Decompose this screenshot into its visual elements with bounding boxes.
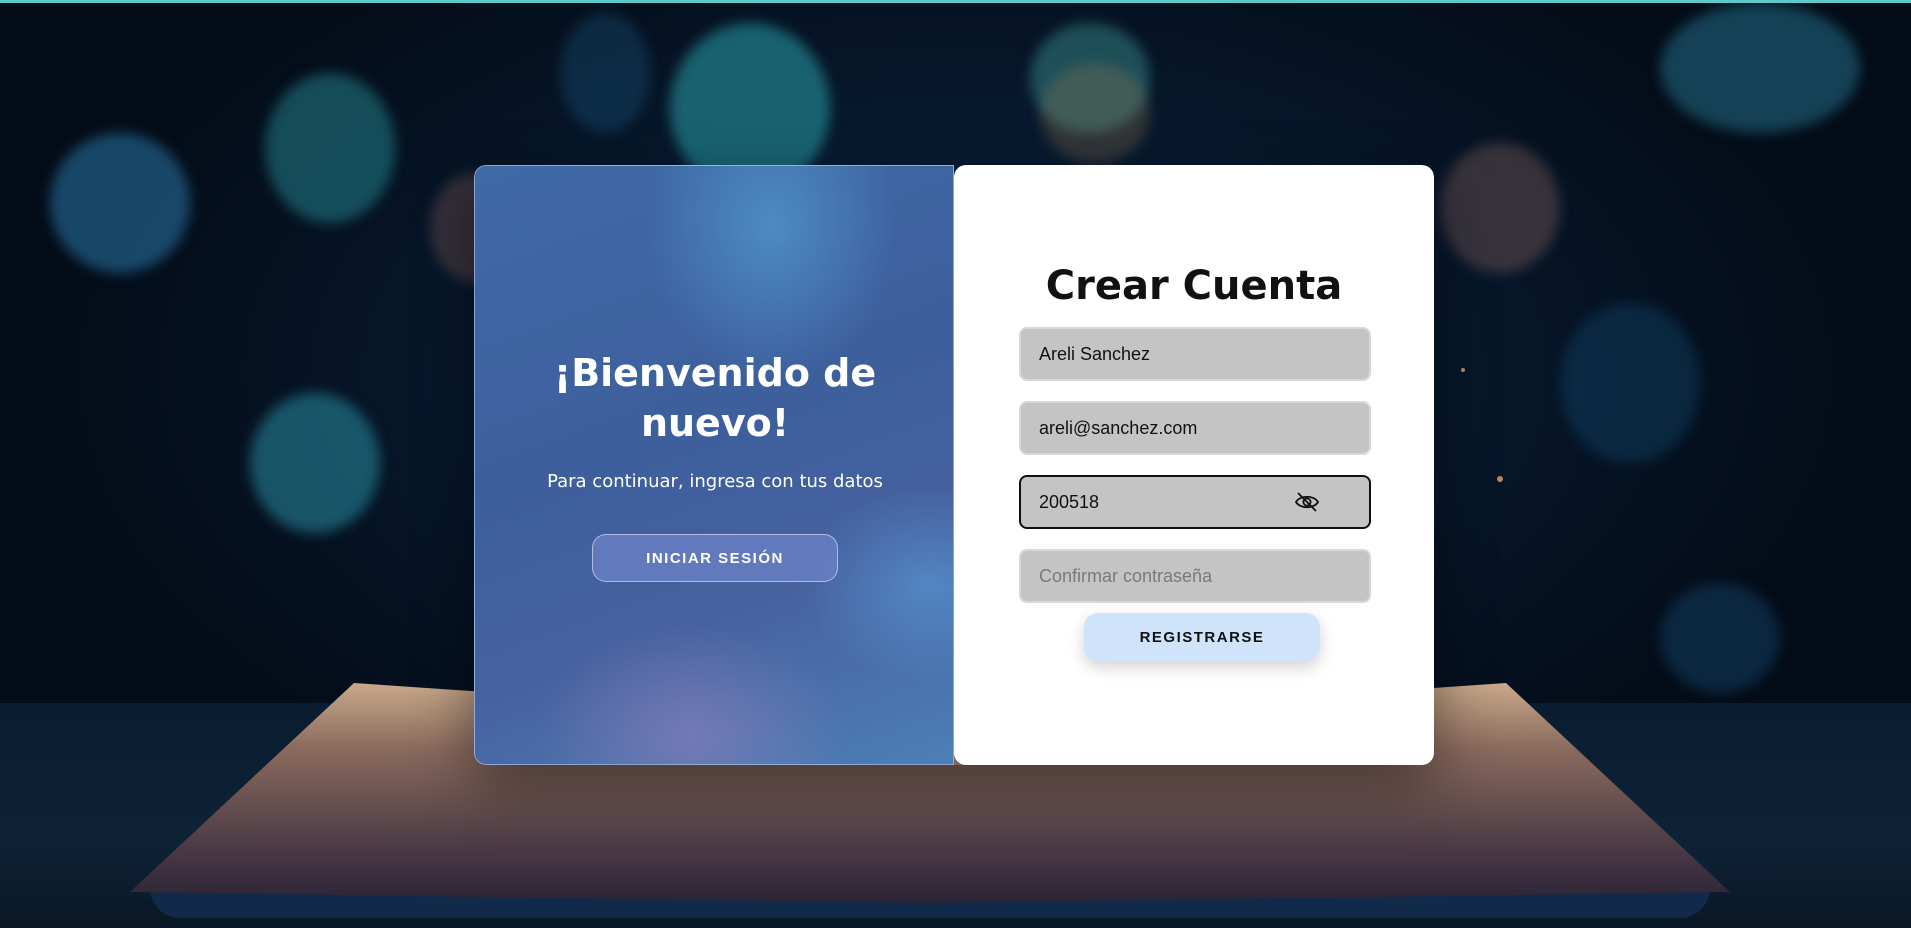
bokeh-light bbox=[1660, 583, 1780, 693]
bokeh-light bbox=[560, 13, 650, 133]
sparkle bbox=[1497, 476, 1503, 482]
welcome-title: ¡Bienvenido de nuevo! bbox=[553, 351, 877, 445]
welcome-subtitle: Para continuar, ingresa con tus datos bbox=[547, 471, 883, 492]
register-title: Crear Cuenta bbox=[1045, 263, 1343, 309]
sparkle bbox=[1461, 368, 1465, 372]
welcome-panel: ¡Bienvenido de nuevo! Para continuar, in… bbox=[474, 165, 954, 765]
bokeh-light bbox=[1660, 3, 1860, 133]
register-button[interactable]: REGISTRARSE bbox=[1084, 613, 1320, 661]
bokeh-light bbox=[1440, 143, 1560, 273]
bokeh-light bbox=[1560, 303, 1700, 463]
bokeh-light bbox=[1040, 63, 1150, 163]
eye-off-icon-graphic bbox=[1294, 492, 1320, 512]
email-input[interactable] bbox=[1019, 401, 1371, 455]
register-panel: Crear Cuenta REGISTRARSE bbox=[954, 165, 1434, 765]
login-button[interactable]: INICIAR SESIÓN bbox=[592, 534, 838, 582]
confirm-password-input[interactable] bbox=[1019, 549, 1371, 603]
bokeh-light bbox=[50, 133, 190, 273]
name-input[interactable] bbox=[1019, 327, 1371, 381]
eye-off-icon[interactable] bbox=[1292, 489, 1322, 515]
auth-card: ¡Bienvenido de nuevo! Para continuar, in… bbox=[474, 165, 1434, 765]
bokeh-light bbox=[265, 73, 395, 223]
bokeh-light bbox=[250, 393, 380, 533]
